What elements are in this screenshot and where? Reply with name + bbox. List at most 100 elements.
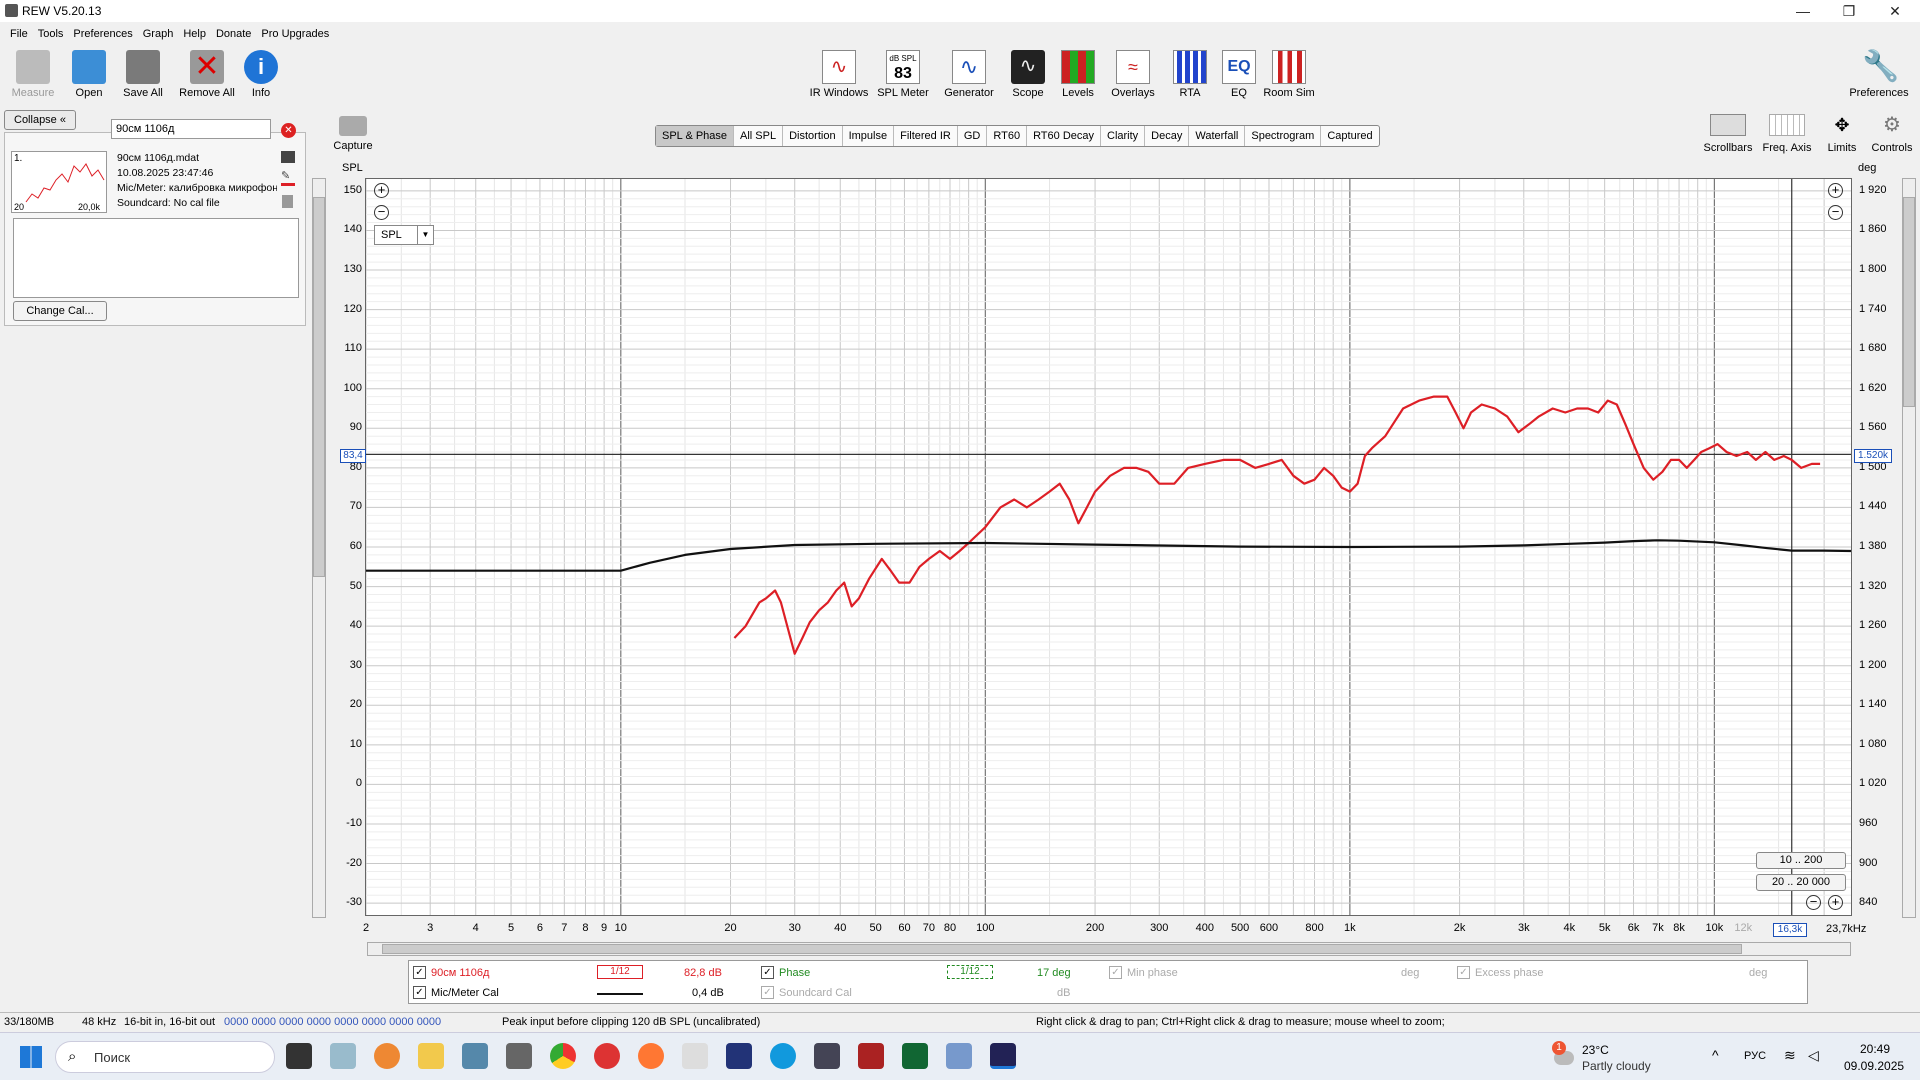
chevron-up-icon[interactable]: ^ [1712,1047,1719,1063]
measurement-name-input[interactable] [111,119,271,139]
rew-taskbar-icon[interactable] [990,1043,1016,1069]
taskbar-app-4-icon[interactable] [858,1043,884,1069]
soundcard-cal-checkbox[interactable]: ✓ [761,986,774,999]
limits-button[interactable]: ✥ Limits [1818,114,1866,154]
freq-axis-button[interactable]: Freq. Axis [1759,114,1815,154]
ir-windows-button[interactable]: ∿ IR Windows [808,50,870,99]
range-10-200-button[interactable]: 10 .. 200 [1756,852,1846,869]
remove-all-button[interactable]: ✕ Remove All [176,50,238,99]
charmap-icon[interactable] [682,1043,708,1069]
info-button[interactable]: i Info [230,50,292,99]
delete-measurement-icon[interactable]: ✕ [281,123,296,138]
measurement-date: 10.08.2025 23:47:46 [117,167,214,179]
x-tick-label: 4k [1563,922,1576,934]
wifi-icon[interactable]: ≋ [1784,1047,1796,1064]
speaker-icon[interactable]: ◁ [1808,1047,1819,1064]
taskbar-search[interactable]: ⌕ Поиск [55,1041,275,1073]
spl-phase-plot[interactable]: SPL ▼ + − + − 10 .. 200 20 .. 20 000 − + [365,178,1852,916]
tab-clarity[interactable]: Clarity [1101,126,1146,146]
menu-help[interactable]: Help [183,24,206,44]
weather-icon[interactable]: 1 [1548,1041,1576,1069]
preferences-button[interactable]: 🔧 Preferences [1846,50,1912,99]
notes-area[interactable] [13,218,299,298]
capture-button[interactable]: Capture [333,116,373,152]
collapse-button[interactable]: Collapse « [4,110,76,130]
yandex-browser-icon[interactable] [594,1043,620,1069]
notes-icon[interactable] [282,195,293,208]
y2-tick-label: 840 [1859,896,1878,909]
close-icon[interactable]: ✕ [1872,0,1918,22]
tab-distortion[interactable]: Distortion [783,126,843,146]
language-indicator[interactable]: РУС [1744,1050,1766,1062]
menu-file[interactable]: File [10,24,28,44]
chrome-icon[interactable] [550,1043,576,1069]
tab-gd[interactable]: GD [958,126,988,146]
taskbar-app-6-icon[interactable] [946,1043,972,1069]
y-axis-title: SPL [342,162,363,174]
measure-button[interactable]: Measure [2,50,64,99]
generator-button[interactable]: ∿ Generator [938,50,1000,99]
save-all-button[interactable]: Save All [112,50,174,99]
menu-pro-upgrades[interactable]: Pro Upgrades [261,24,329,44]
scrollbars-button[interactable]: Scrollbars [1700,114,1756,154]
tab-spl-phase[interactable]: SPL & Phase [656,126,735,146]
phase-checkbox[interactable]: ✓ [761,966,774,979]
levels-button[interactable]: Levels [1047,50,1109,99]
yandex-icon[interactable] [374,1043,400,1069]
firefox-icon[interactable] [638,1043,664,1069]
task-view-icon[interactable] [286,1043,312,1069]
zoom-out-right-icon[interactable]: − [1828,205,1843,220]
phase-smoothing[interactable]: 1/12 [947,965,993,979]
calculator-icon[interactable] [506,1043,532,1069]
measurement-mic: Mic/Meter: калибровка микрофон [117,182,277,194]
spl-smoothing[interactable]: 1/12 [597,965,643,979]
open-button[interactable]: Open [58,50,120,99]
minimize-icon[interactable]: — [1780,0,1826,22]
zoom-in-right-icon[interactable]: + [1828,183,1843,198]
tab-rt60-decay[interactable]: RT60 Decay [1027,126,1101,146]
mixer-icon[interactable] [814,1043,840,1069]
mic-cal-checkbox[interactable]: ✓ [413,986,426,999]
y-tick-label: 40 [349,619,362,632]
excess-phase-checkbox[interactable]: ✓ [1457,966,1470,979]
horizontal-scrollbar[interactable] [367,942,1851,956]
zoom-in-x-icon[interactable]: + [1828,895,1843,910]
tab-spectrogram[interactable]: Spectrogram [1245,126,1322,146]
menu-tools[interactable]: Tools [38,24,64,44]
spl-select[interactable]: SPL ▼ [374,225,434,245]
line-color-icon[interactable] [281,183,295,186]
overlays-button[interactable]: ≈ Overlays [1102,50,1164,99]
menu-donate[interactable]: Donate [216,24,251,44]
spl-checkbox[interactable]: ✓ [413,966,426,979]
y2-tick-label: 1 860 [1859,223,1887,236]
tab-decay[interactable]: Decay [1145,126,1190,146]
min-phase-checkbox[interactable]: ✓ [1109,966,1122,979]
taskbar-app-3-icon[interactable] [726,1043,752,1069]
zoom-in-left-icon[interactable]: + [374,183,389,198]
tab-captured[interactable]: Captured [1321,126,1378,146]
taskbar-app-2-icon[interactable] [462,1043,488,1069]
measurement-thumbnail[interactable]: 1. 20 20,0k [11,151,107,213]
tab-impulse[interactable]: Impulse [843,126,895,146]
controls-button[interactable]: ⚙ Controls [1866,114,1918,154]
taskbar-app-5-icon[interactable] [902,1043,928,1069]
tab-all-spl[interactable]: All SPL [734,126,784,146]
tab-filtered-ir[interactable]: Filtered IR [894,126,958,146]
maximize-icon[interactable]: ❐ [1826,0,1872,22]
explorer-icon[interactable] [418,1043,444,1069]
skype-icon[interactable] [770,1043,796,1069]
spl-meter-button[interactable]: dB SPL 83 SPL Meter [872,50,934,99]
zoom-out-x-icon[interactable]: − [1806,895,1821,910]
windows-start-icon[interactable] [20,1046,42,1068]
tab-rt60[interactable]: RT60 [987,126,1028,146]
chart-icon[interactable] [281,151,295,163]
range-20-20000-button[interactable]: 20 .. 20 000 [1756,874,1846,891]
pen-icon[interactable]: ✎ [281,169,295,182]
room-sim-button[interactable]: Room Sim [1258,50,1320,99]
zoom-out-left-icon[interactable]: − [374,205,389,220]
change-cal-button[interactable]: Change Cal... [13,301,107,321]
menu-preferences[interactable]: Preferences [73,24,132,44]
tab-waterfall[interactable]: Waterfall [1189,126,1246,146]
taskbar-app-1-icon[interactable] [330,1043,356,1069]
menu-graph[interactable]: Graph [143,24,174,44]
